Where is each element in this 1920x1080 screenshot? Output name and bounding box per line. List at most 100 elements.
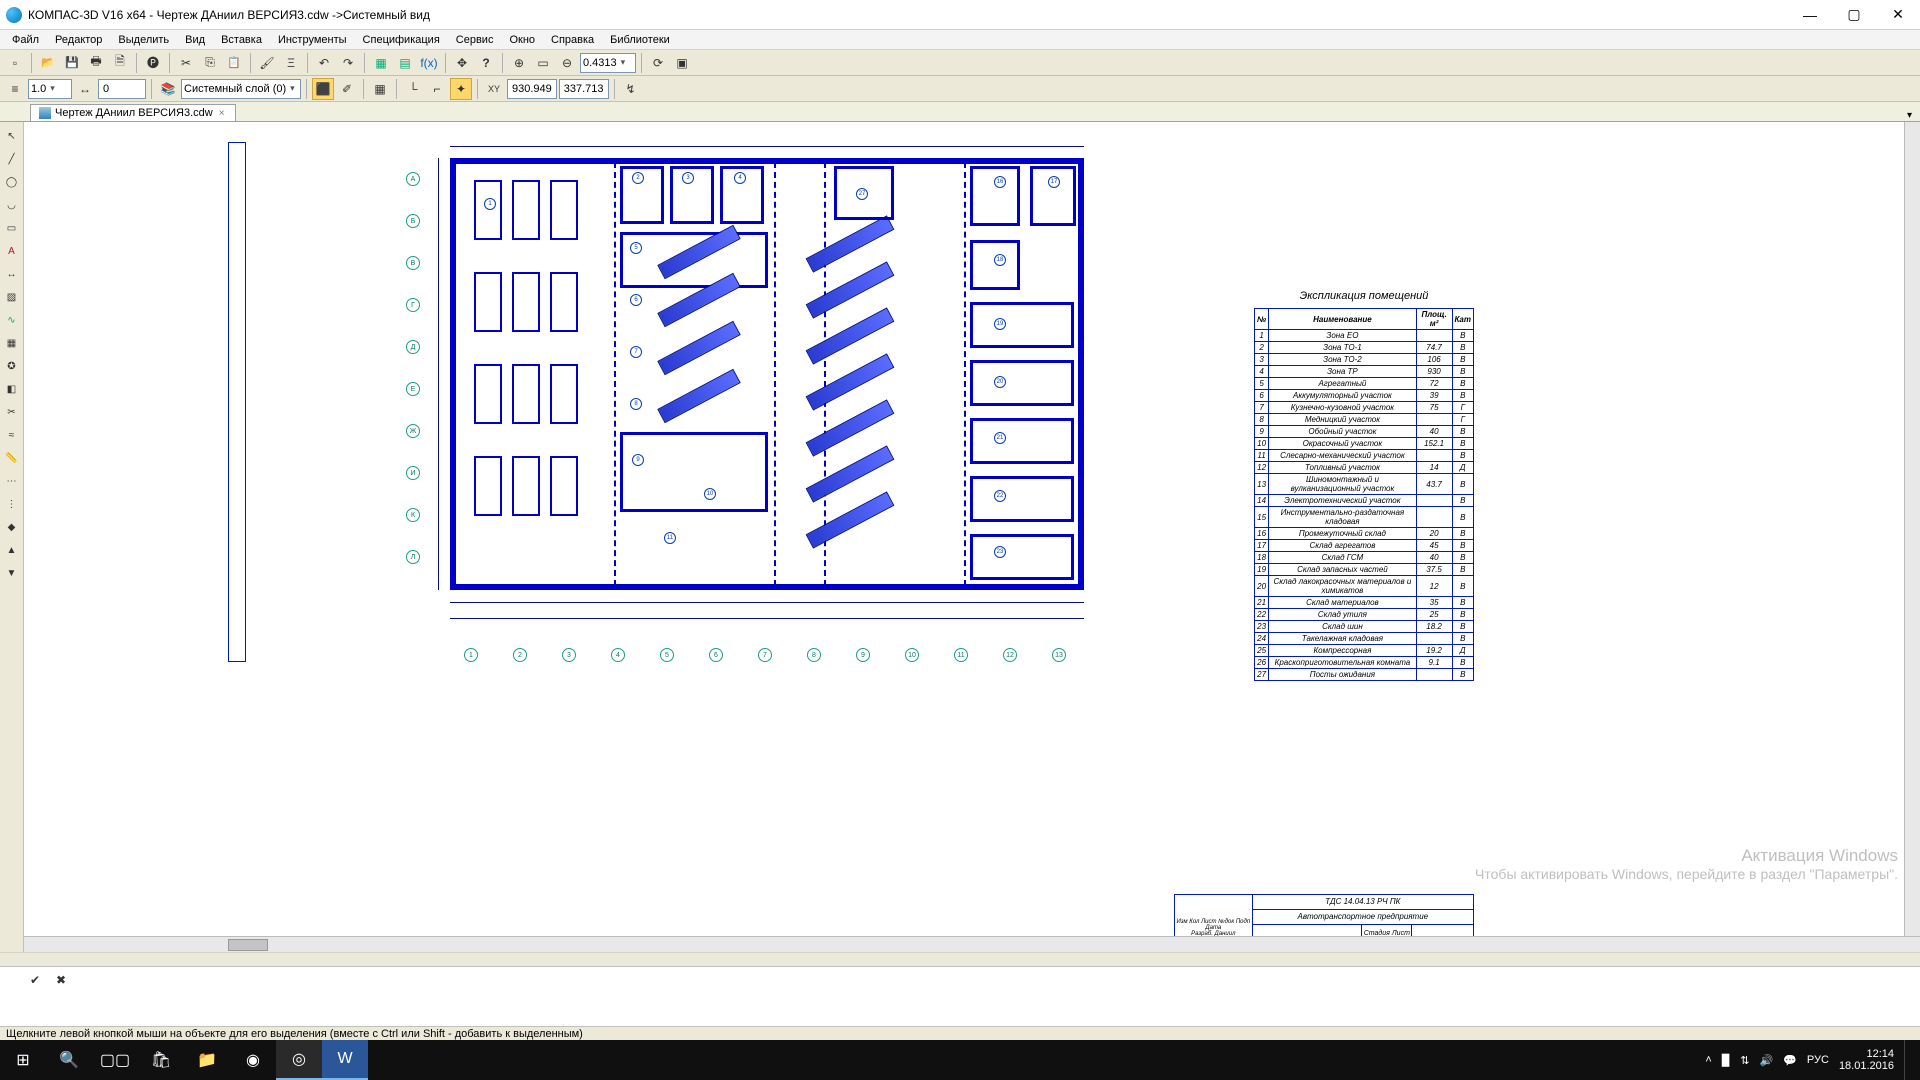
tool-dim[interactable]: ↔: [2, 264, 22, 284]
search-button[interactable]: 🔍: [46, 1040, 92, 1080]
help-button[interactable]: [475, 52, 497, 74]
ortho-toggle[interactable]: [402, 78, 424, 100]
explication-row: 7Кузнечно-кузовной участок75Г: [1255, 402, 1474, 414]
open-button[interactable]: [37, 52, 59, 74]
lineweight-combo[interactable]: 1.0▾: [28, 79, 72, 99]
tray-network-icon[interactable]: ⇅: [1740, 1054, 1749, 1067]
tool-select[interactable]: ↖: [2, 126, 22, 146]
taskview-button[interactable]: ▢▢: [92, 1040, 138, 1080]
tool-more5[interactable]: ▼: [2, 563, 22, 583]
menu-insert[interactable]: Вставка: [213, 32, 270, 48]
style-button[interactable]: Ξ: [280, 52, 302, 74]
zoom-in-button[interactable]: [508, 52, 530, 74]
tool-line[interactable]: ╱: [2, 149, 22, 169]
tray-lang[interactable]: РУС: [1807, 1054, 1829, 1066]
tool-more3[interactable]: ◆: [2, 517, 22, 537]
maximize-button[interactable]: ▢: [1832, 1, 1876, 29]
minimize-button[interactable]: —: [1788, 1, 1832, 29]
menu-window[interactable]: Окно: [501, 32, 543, 48]
zoom-out-button[interactable]: [556, 52, 578, 74]
room-callout: 3: [682, 172, 694, 184]
properties-button[interactable]: 🅟: [142, 52, 164, 74]
start-button[interactable]: ⊞: [0, 1040, 46, 1080]
tool-circle[interactable]: ◯: [2, 172, 22, 192]
tool-rect[interactable]: ▭: [2, 218, 22, 238]
refresh-button[interactable]: ⟳: [647, 52, 669, 74]
word-icon[interactable]: W: [322, 1040, 368, 1080]
tool-table[interactable]: ▦: [2, 333, 22, 353]
menu-view[interactable]: Вид: [177, 32, 213, 48]
undo-button[interactable]: [313, 52, 335, 74]
menu-libs[interactable]: Библиотеки: [602, 32, 678, 48]
tool-symbol[interactable]: ✪: [2, 356, 22, 376]
zoom-combo[interactable]: 0.4313▾: [580, 53, 636, 73]
horizontal-scrollbar[interactable]: [24, 936, 1920, 952]
tool-text[interactable]: A: [2, 241, 22, 261]
step-input[interactable]: 0: [98, 79, 146, 99]
explication-row: 20Склад лакокрасочных материалов и химик…: [1255, 576, 1474, 597]
tab-close-icon[interactable]: ×: [217, 108, 227, 119]
format-painter-button[interactable]: 🖌: [256, 52, 278, 74]
mgr-button[interactable]: ▦: [370, 52, 392, 74]
store-icon[interactable]: 🛍: [138, 1040, 184, 1080]
menu-edit[interactable]: Редактор: [47, 32, 110, 48]
tool-measure[interactable]: 📏: [2, 448, 22, 468]
copy-button[interactable]: [199, 52, 221, 74]
tool-more1[interactable]: ⋯: [2, 471, 22, 491]
tray-clock[interactable]: 12:14 18.01.2016: [1839, 1048, 1894, 1072]
preview-button[interactable]: 🗎: [109, 52, 131, 74]
tab-overflow-icon[interactable]: ▾: [1907, 110, 1912, 121]
tool-hatch[interactable]: ▨: [2, 287, 22, 307]
vars-button[interactable]: ▤: [394, 52, 416, 74]
fx-button[interactable]: f(x): [418, 52, 440, 74]
local-cs-button[interactable]: ✦: [450, 78, 472, 100]
show-desktop-button[interactable]: [1904, 1040, 1910, 1080]
explorer-icon[interactable]: 📁: [184, 1040, 230, 1080]
tool-more4[interactable]: ▲: [2, 540, 22, 560]
explication-row: 22Склад утиля25В: [1255, 609, 1474, 621]
redo-button[interactable]: [337, 52, 359, 74]
close-button[interactable]: ✕: [1876, 1, 1920, 29]
menu-service[interactable]: Сервис: [448, 32, 502, 48]
tool-arc[interactable]: ◡: [2, 195, 22, 215]
layer-combo[interactable]: Системный слой (0)▾: [181, 79, 301, 99]
chrome-icon[interactable]: ◉: [230, 1040, 276, 1080]
document-tab[interactable]: Чертеж ДАниил ВЕРСИЯ3.cdw ×: [30, 104, 236, 121]
tool-modify[interactable]: ✂: [2, 402, 22, 422]
tool-spline[interactable]: ∿: [2, 310, 22, 330]
menu-file[interactable]: Файл: [4, 32, 47, 48]
cut-button[interactable]: [175, 52, 197, 74]
panes-button[interactable]: ▣: [671, 52, 693, 74]
new-button[interactable]: [4, 52, 26, 74]
save-button[interactable]: [61, 52, 83, 74]
menu-tools[interactable]: Инструменты: [270, 32, 355, 48]
menu-help[interactable]: Справка: [543, 32, 602, 48]
round-toggle[interactable]: ⌐: [426, 78, 448, 100]
tray-notif-icon[interactable]: 💬: [1783, 1054, 1797, 1067]
tool-param[interactable]: ≈: [2, 425, 22, 445]
tray-volume-icon[interactable]: 🔊: [1760, 1054, 1774, 1067]
hscroll-thumb[interactable]: [228, 939, 268, 951]
drawing-canvas[interactable]: АБВГДЕЖИКЛ 12345678910111213 23427161718…: [24, 122, 1920, 952]
vertical-scrollbar[interactable]: [1904, 122, 1920, 936]
zoom-window-button[interactable]: [532, 52, 554, 74]
measure-button[interactable]: ✐: [336, 78, 358, 100]
tray-battery-icon[interactable]: ▉: [1722, 1054, 1730, 1067]
room-callout: 27: [856, 188, 868, 200]
prop-cancel-icon[interactable]: ✖: [50, 969, 72, 991]
axis-number: 13: [1052, 648, 1066, 662]
tray-chevron-icon[interactable]: ˄: [1705, 1054, 1711, 1066]
menu-spec[interactable]: Спецификация: [355, 32, 448, 48]
tool-block[interactable]: ◧: [2, 379, 22, 399]
paste-button[interactable]: [223, 52, 245, 74]
kompas-icon[interactable]: ◎: [276, 1040, 322, 1080]
break-button[interactable]: ↯: [620, 78, 642, 100]
highlight-button[interactable]: ⬛: [312, 78, 334, 100]
menu-select[interactable]: Выделить: [110, 32, 177, 48]
prop-apply-icon[interactable]: ✔: [24, 969, 46, 991]
explication-row: 26Краскоприготовительная комната9.1В: [1255, 657, 1474, 669]
grid-toggle[interactable]: [369, 78, 391, 100]
tool-more2[interactable]: ⋮: [2, 494, 22, 514]
print-button[interactable]: [85, 52, 107, 74]
drag-button[interactable]: ✥: [451, 52, 473, 74]
